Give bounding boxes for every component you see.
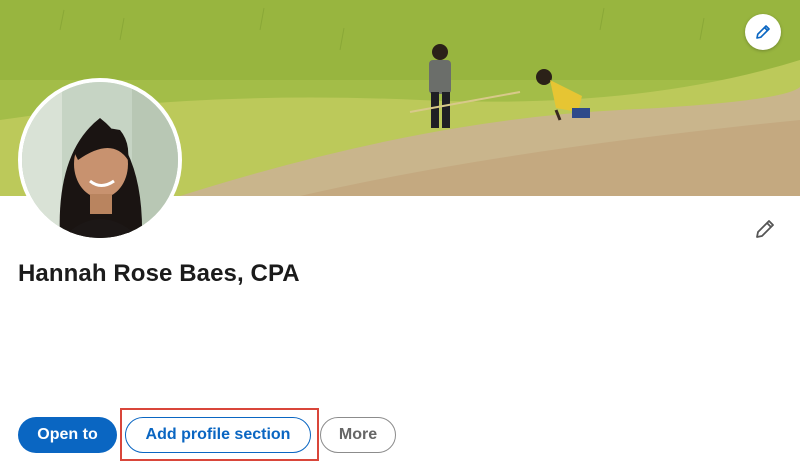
profile-name: Hannah Rose Baes, CPA <box>18 260 300 287</box>
avatar[interactable] <box>18 78 182 242</box>
pencil-icon <box>756 25 770 39</box>
pencil-icon <box>756 220 774 238</box>
edit-cover-button[interactable] <box>745 14 781 50</box>
highlight-annotation <box>120 408 319 461</box>
more-button[interactable]: More <box>320 417 396 453</box>
edit-intro-button[interactable] <box>748 212 782 246</box>
open-to-button[interactable]: Open to <box>18 417 117 453</box>
